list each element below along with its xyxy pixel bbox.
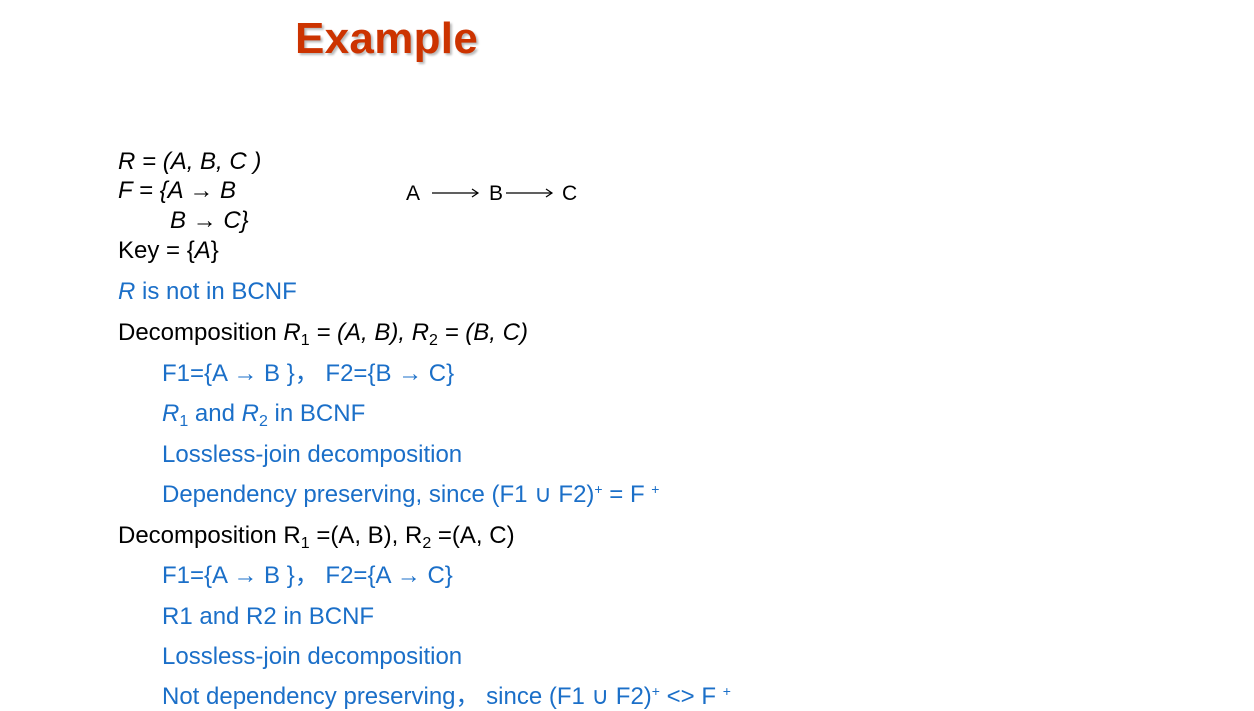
bcnf-r1: R: [162, 400, 180, 427]
relation-r: R: [118, 148, 136, 175]
not-bcnf-text: is not in BCNF: [135, 278, 297, 305]
decomposition-1-mid: = (A, B),: [309, 319, 412, 346]
decomposition-1-heading: Decomposition R1 = (A, B), R2 = (B, C): [118, 319, 528, 349]
arrow-icon: [506, 188, 554, 198]
fd-set-second: B → C}: [170, 207, 249, 234]
decomposition-1-prefix: Decomposition: [118, 319, 284, 346]
arrow-icon: [432, 188, 480, 198]
decomposition-1-r2: R: [411, 319, 430, 346]
bcnf-r2: R: [241, 400, 259, 427]
key-label: Key = {: [118, 237, 195, 264]
dependency-1-sup2: +: [651, 481, 660, 497]
dependency-2-sup2: +: [722, 683, 731, 699]
dependency-1-sup1: +: [594, 481, 603, 497]
decomposition-1-lossless: Lossless-join decomposition: [162, 441, 463, 468]
key-close: }: [210, 237, 219, 264]
diagram-node-b: B: [489, 182, 504, 205]
decomposition-2-mid: =(A, B), R: [309, 522, 423, 549]
relation-line: R = (A, B, C ): [118, 148, 261, 176]
bcnf-sub1: 1: [179, 413, 189, 430]
decomposition-1-fds: F1={A → B }， F2={B → C}: [162, 360, 455, 387]
decomposition-1-end: = (B, C): [437, 319, 528, 346]
fd-chain-diagram: A B C: [400, 178, 600, 212]
decomposition-2-sub1: 1: [300, 535, 310, 552]
decomposition-1-sub1: 1: [300, 332, 310, 349]
dependency-2-sup1: +: [651, 683, 660, 699]
relation-attrs: = (A, B, C ): [135, 148, 262, 175]
not-bcnf-r: R: [118, 278, 136, 305]
decomposition-2-bcnf: R1 and R2 in BCNF: [162, 603, 375, 630]
decomposition-2-dependency: Not dependency preserving， since (F1 ∪ F…: [162, 683, 731, 711]
decomposition-2-sub2: 2: [422, 535, 432, 552]
decomposition-2-prefix: Decomposition R: [118, 522, 301, 549]
bcnf-sub2: 2: [258, 413, 268, 430]
decomposition-2-heading: Decomposition R1 =(A, B), R2 =(A, C): [118, 522, 515, 552]
decomposition-1-bcnf: R1 and R2 in BCNF: [162, 400, 366, 430]
decomposition-2-end: =(A, C): [431, 522, 515, 549]
decomposition-2-lossless: Lossless-join decomposition: [162, 643, 463, 670]
decomposition-1-sub2: 2: [429, 332, 438, 349]
diagram-node-a: A: [406, 182, 421, 205]
not-bcnf-line: R is not in BCNF: [118, 278, 297, 306]
fd-set-line: F = {A → B: [118, 177, 236, 205]
key-attr: A: [194, 237, 211, 264]
fd-set-f: F: [118, 177, 133, 204]
key-line: Key = {A}: [118, 237, 219, 265]
decomposition-1-dependency: Dependency preserving, since (F1 ∪ F2)+ …: [162, 481, 659, 509]
dependency-1-prefix: Dependency preserving, since (F1 ∪ F2): [162, 481, 595, 508]
diagram-node-c: C: [562, 182, 578, 205]
bcnf-end: in BCNF: [267, 400, 366, 427]
decomposition-1-r1: R: [283, 319, 301, 346]
fd-set-first: = {A → B: [132, 177, 237, 204]
slide-title: Example: [295, 14, 479, 63]
decomposition-2-fds: F1={A → B }， F2={A → C}: [162, 562, 453, 589]
dependency-1-mid: = F: [602, 481, 652, 508]
bcnf-and: and: [188, 400, 242, 427]
